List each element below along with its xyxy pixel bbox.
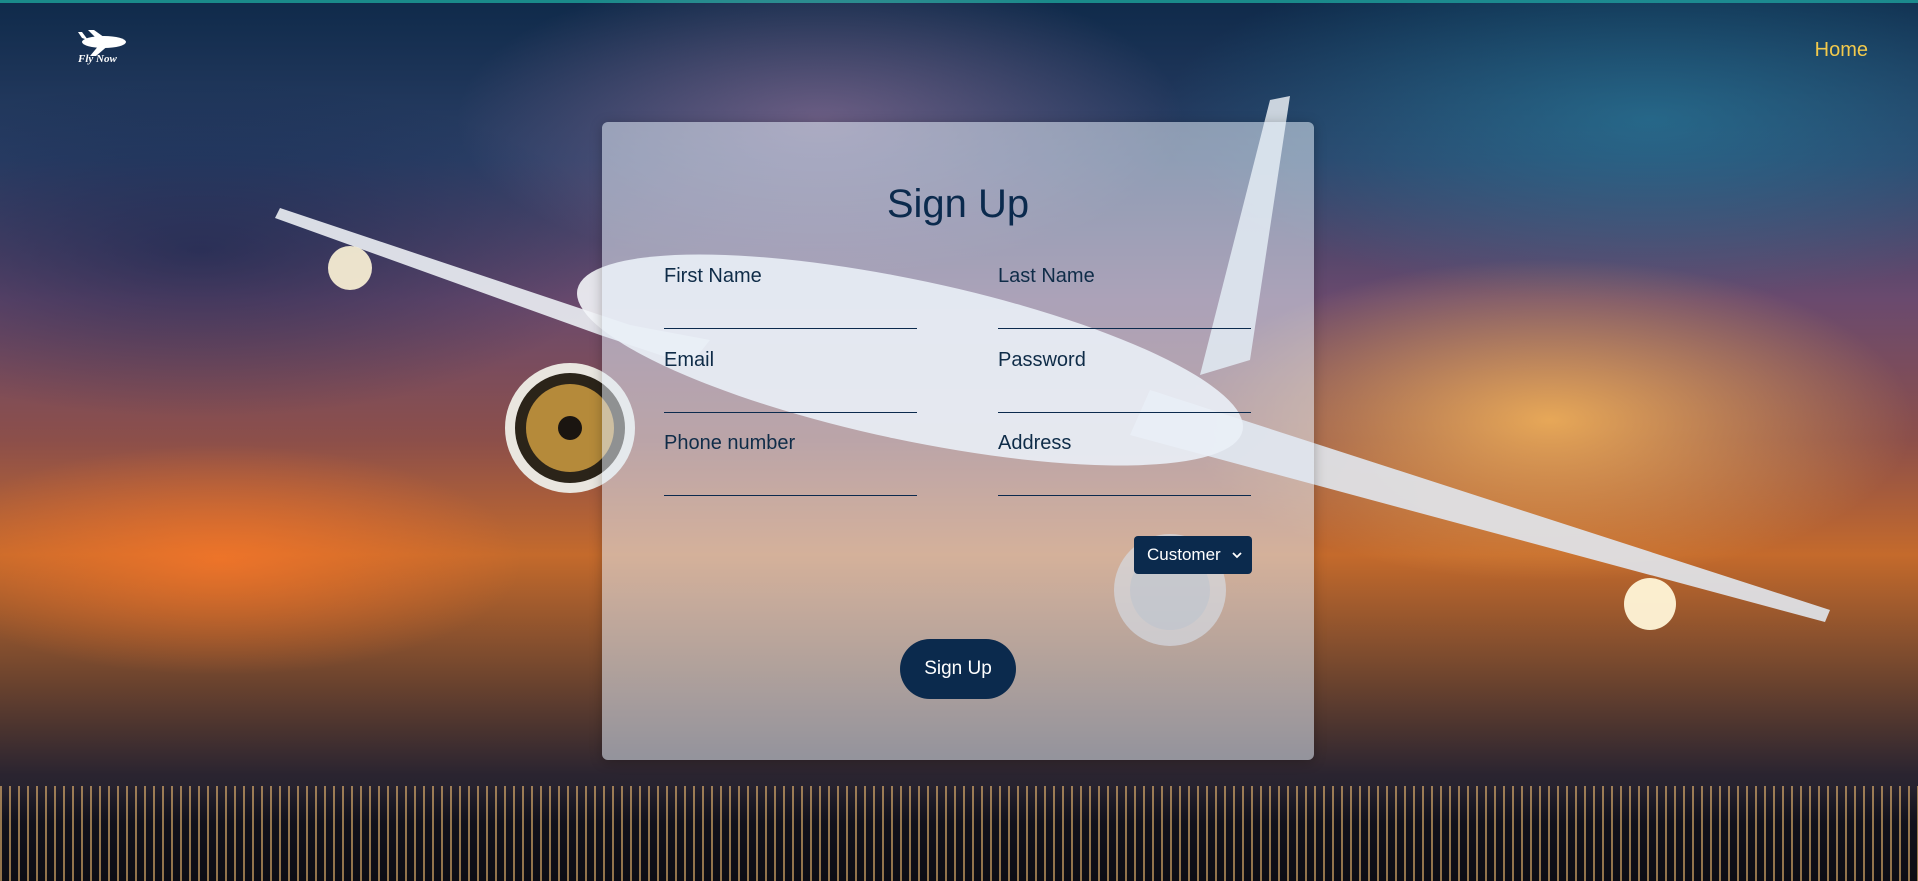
logo-text: Fly Now — [78, 53, 117, 65]
phone-label: Phone number — [664, 432, 796, 454]
signup-page: Fly Now Home Sign Up First Name Last Nam… — [0, 0, 1918, 881]
email-input[interactable] — [664, 378, 917, 413]
home-link[interactable]: Home — [1815, 39, 1868, 62]
first-name-input[interactable] — [664, 294, 917, 329]
role-select-value: Customer — [1147, 545, 1221, 564]
first-name-field: First Name — [664, 265, 917, 329]
last-name-input[interactable] — [998, 294, 1251, 329]
role-select[interactable]: Customer — [1134, 536, 1252, 574]
last-name-label: Last Name — [998, 265, 1095, 287]
last-name-field: Last Name — [998, 265, 1251, 329]
phone-field: Phone number — [664, 432, 917, 496]
first-name-label: First Name — [664, 265, 762, 287]
password-field: Password — [998, 349, 1251, 413]
address-input[interactable] — [998, 461, 1251, 496]
password-input[interactable] — [998, 378, 1251, 413]
email-label: Email — [664, 349, 715, 371]
page-title: Sign Up — [886, 182, 1030, 226]
email-field: Email — [664, 349, 917, 413]
password-label: Password — [998, 349, 1086, 371]
phone-input[interactable] — [664, 461, 917, 496]
chevron-down-icon — [1232, 552, 1242, 559]
city-skyline-background — [0, 786, 1918, 881]
signup-card: Sign Up First Name Last Name Email Passw… — [602, 122, 1314, 760]
sign-up-button[interactable]: Sign Up — [900, 639, 1016, 699]
address-label: Address — [998, 432, 1072, 454]
address-field: Address — [998, 432, 1251, 496]
